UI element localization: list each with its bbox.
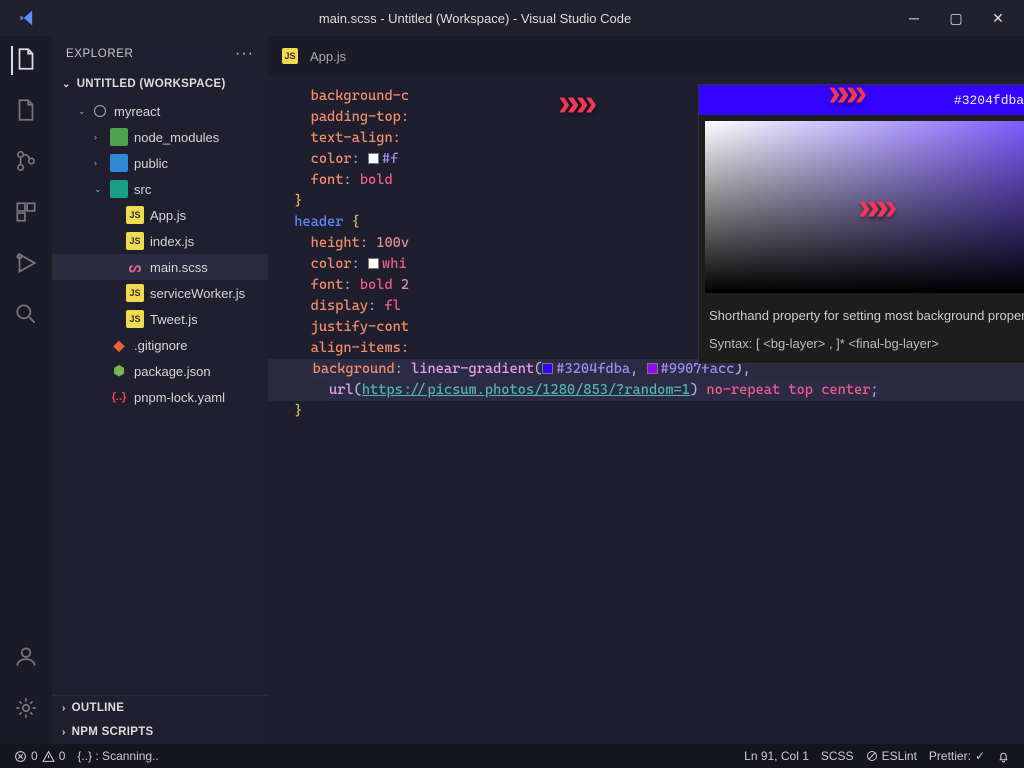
tree-file-tweetjs[interactable]: JSTweet.js [52,306,268,332]
status-prettier[interactable]: Prettier: ✓ [923,749,991,763]
tree-file-packagejson[interactable]: ⬢package.json [52,358,268,384]
color-swatch [647,363,658,374]
run-debug-icon[interactable] [13,250,39,279]
status-language[interactable]: SCSS [815,749,860,763]
color-swatch [542,363,553,374]
source-control-icon[interactable] [13,148,39,177]
tab-appjs[interactable]: JS App.js [268,36,360,76]
status-scanning[interactable]: {..} : Scanning.. [71,749,164,763]
accounts-icon[interactable] [13,644,39,673]
workspace-section[interactable]: ⌄ UNTITLED (WORKSPACE) [52,72,268,96]
hover-description: Shorthand property for setting most back… [699,299,1024,363]
explorer-header: EXPLORER ··· [52,36,268,72]
tree-folder-src[interactable]: ⌄src [52,176,268,202]
editor-tabs: JS App.js [268,36,1024,76]
bell-icon [997,750,1010,763]
explorer-sidebar: EXPLORER ··· ⌄ UNTITLED (WORKSPACE) ⌄myr… [52,36,268,744]
window-title: main.scss - Untitled (Workspace) - Visua… [48,11,902,26]
maximize-button[interactable]: ▢ [944,10,968,27]
tree-folder-myreact[interactable]: ⌄myreact [52,98,268,124]
check-icon: ✓ [975,749,985,763]
js-icon: JS [126,232,144,250]
activity-bar [0,36,52,744]
npm-scripts-section[interactable]: ›NPM SCRIPTS [52,720,268,744]
block-icon [866,750,878,762]
status-problems[interactable]: 0 0 [8,749,71,763]
tree-file-appjs[interactable]: JSApp.js [52,202,268,228]
tree-file-mainscss[interactable]: ᔕmain.scss [52,254,268,280]
tree-file-gitignore[interactable]: ◆.gitignore [52,332,268,358]
color-picker-header[interactable]: #3204fdba [699,85,1024,115]
status-bar: 0 0 {..} : Scanning.. Ln 91, Col 1 SCSS … [0,744,1024,768]
folder-icon [110,154,128,172]
folder-open-icon [94,105,106,117]
minimize-button[interactable]: ─ [902,10,926,27]
warning-icon [42,750,55,763]
tree-file-indexjs[interactable]: JSindex.js [52,228,268,254]
js-icon: JS [126,284,144,302]
folder-icon [110,128,128,146]
tree-file-serviceworker[interactable]: JSserviceWorker.js [52,280,268,306]
file-tree: ⌄myreact ›node_modules ›public ⌄src JSAp… [52,96,268,695]
npm-icon: ⬢ [110,362,128,380]
tree-folder-public[interactable]: ›public [52,150,268,176]
extensions-icon[interactable] [13,199,39,228]
color-swatch [368,153,379,164]
more-icon[interactable]: ··· [235,45,254,63]
tree-file-pnpmlock[interactable]: {..}pnpm-lock.yaml [52,384,268,410]
close-button[interactable]: ✕ [986,10,1010,27]
sass-icon: ᔕ [126,258,144,276]
explorer-icon[interactable] [11,46,39,75]
yaml-icon: {..} [110,388,128,406]
window-controls: ─ ▢ ✕ [902,10,1016,27]
color-picker: #3204fdba Shorthand property for setting… [698,84,1024,364]
title-bar: main.scss - Untitled (Workspace) - Visua… [0,0,1024,36]
js-icon: JS [126,206,144,224]
js-icon: JS [126,310,144,328]
vscode-icon [18,8,38,28]
git-icon: ◆ [110,336,128,354]
error-icon [14,750,27,763]
status-bell[interactable] [991,750,1016,763]
saturation-canvas[interactable] [705,121,1024,293]
editor-area: JS App.js background-c padding-top: text… [268,36,1024,744]
tree-folder-node-modules[interactable]: ›node_modules [52,124,268,150]
chevron-down-icon: ⌄ [62,79,71,90]
outline-section[interactable]: ›OUTLINE [52,696,268,720]
settings-icon[interactable] [13,695,39,724]
explorer-secondary-icon[interactable] [13,97,39,126]
js-icon: JS [282,48,298,64]
status-eslint[interactable]: ESLint [860,749,923,763]
search-icon[interactable] [13,301,39,330]
status-cursor-position[interactable]: Ln 91, Col 1 [738,749,815,763]
color-swatch [368,258,379,269]
folder-icon [110,180,128,198]
